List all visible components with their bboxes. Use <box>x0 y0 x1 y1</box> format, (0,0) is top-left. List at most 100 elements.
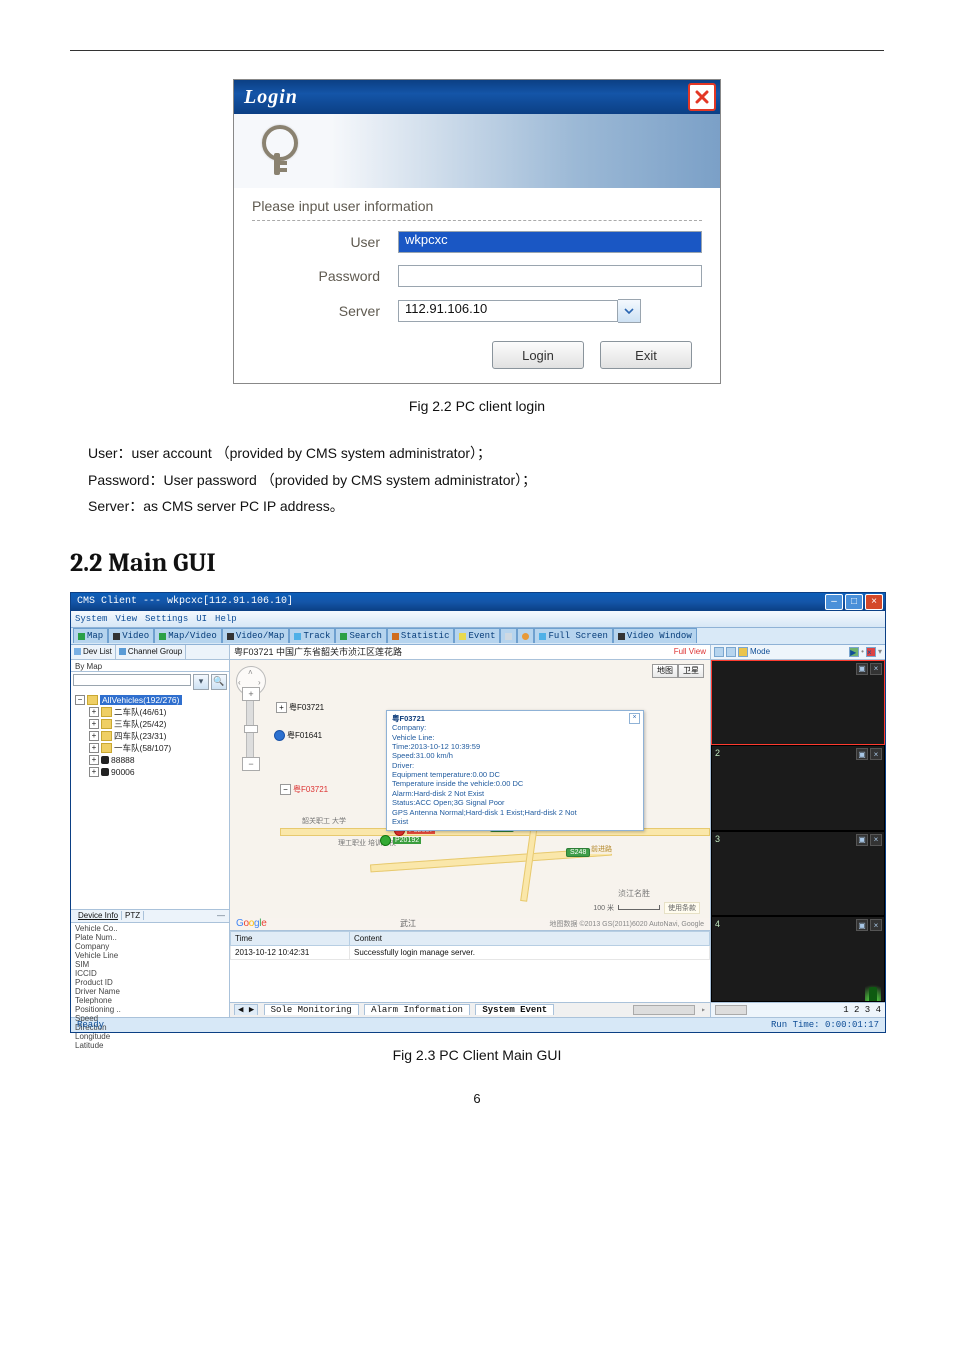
col-content[interactable]: Content <box>350 931 710 945</box>
device-tree[interactable]: −AllVehicles(192/276) +二车队(46/61) +三车队(2… <box>71 692 229 909</box>
view-max-icon[interactable]: ▣ <box>856 748 868 760</box>
login-button[interactable]: Login <box>492 341 584 369</box>
video-cell-1[interactable]: ▣× <box>711 660 885 746</box>
tab-map[interactable]: Map <box>73 628 108 643</box>
bot-scroll-hint[interactable]: ◀ ▶ <box>234 1004 258 1015</box>
google-logo: Google <box>236 918 266 929</box>
tab-event[interactable]: Event <box>454 628 500 643</box>
password-input[interactable] <box>398 265 702 287</box>
map-terms[interactable]: 使用条款 <box>664 902 700 914</box>
map-info-popup: × 粤F03721 Company: Vehicle Line: Time:20… <box>386 710 644 832</box>
map-toggle-sat[interactable]: 卫星 <box>678 664 704 678</box>
view-max-icon[interactable]: ▣ <box>856 834 868 846</box>
bot-tab-sole[interactable]: Sole Monitoring <box>264 1004 359 1015</box>
menubar: System View Settings UI Help <box>71 611 885 628</box>
rp-pager[interactable]: 1 2 3 4 <box>843 1005 881 1015</box>
tree-item[interactable]: 90006 <box>111 767 135 777</box>
rp-tool-icon[interactable] <box>726 647 736 657</box>
vehicle-marker-label: 粤F03721 <box>293 784 328 795</box>
marker-green-icon[interactable] <box>380 835 391 846</box>
tree-search-button[interactable]: 🔍 <box>211 674 227 690</box>
popup-close-icon[interactable]: × <box>629 713 640 724</box>
marker-minus-icon[interactable]: − <box>280 784 291 795</box>
rp-mode-label: Mode <box>750 647 770 656</box>
zoom-out-button[interactable]: − <box>242 757 260 771</box>
map-toggle-map[interactable]: 地图 <box>652 664 678 678</box>
person-glow-icon <box>865 979 881 1001</box>
server-dropdown-button[interactable] <box>618 299 641 323</box>
rp-scrollbar[interactable] <box>715 1005 747 1015</box>
device-props: Vehicle Co.. Plate Num.. Company Vehicle… <box>71 923 229 1017</box>
tab-video[interactable]: Video <box>108 628 154 643</box>
vehicle-marker-label: 粤F01641 <box>287 730 322 741</box>
close-icon[interactable] <box>688 83 716 111</box>
user-input[interactable]: wkpcxc <box>398 231 702 253</box>
minimize-button[interactable]: – <box>825 594 843 610</box>
tree-item[interactable]: 二车队(46/61) <box>114 706 166 718</box>
tab-map-video[interactable]: Map/Video <box>154 628 222 643</box>
maximize-button[interactable]: □ <box>845 594 863 610</box>
tab-track[interactable]: Track <box>289 628 335 643</box>
menu-system[interactable]: System <box>75 614 107 624</box>
view-max-icon[interactable]: ▣ <box>856 919 868 931</box>
close-button[interactable]: × <box>865 594 883 610</box>
view-close-icon[interactable]: × <box>870 834 882 846</box>
map-attrib: 地图数据 ©2013 GS(2011)6020 AutoNavi, Google <box>550 919 704 929</box>
tree-item[interactable]: 三车队(25/42) <box>114 718 166 730</box>
figure-caption-1: Fig 2.2 PC client login <box>70 398 884 414</box>
tree-item[interactable]: 四车队(23/31) <box>114 730 166 742</box>
zoom-in-button[interactable]: + <box>242 687 260 701</box>
marker-green-label: P20192 <box>393 837 421 844</box>
map-address: 粤F03721 中国广东省韶关市浈江区莲花路 <box>234 645 402 658</box>
view-max-icon[interactable]: ▣ <box>856 663 868 675</box>
zoom-thumb[interactable] <box>244 725 258 733</box>
view-close-icon[interactable]: × <box>870 663 882 675</box>
tab-video-map[interactable]: Video/Map <box>222 628 290 643</box>
server-input[interactable]: 112.91.106.10 <box>398 300 618 322</box>
menu-ui[interactable]: UI <box>196 614 207 624</box>
marker-plus-icon[interactable]: + <box>276 702 287 713</box>
col-time[interactable]: Time <box>231 931 350 945</box>
login-titlebar: Login <box>234 80 720 114</box>
event-row[interactable]: 2013-10-12 10:42:31 Successfully login m… <box>231 945 710 959</box>
lp-bottom-collapse-icon[interactable]: — <box>217 911 225 920</box>
lp-bottom-tab-deviceinfo[interactable]: Device Info <box>75 911 122 920</box>
bot-tab-alarm[interactable]: Alarm Information <box>364 1004 470 1015</box>
menu-help[interactable]: Help <box>215 614 237 624</box>
rp-tool-icon[interactable] <box>738 647 748 657</box>
exit-button[interactable]: Exit <box>600 341 692 369</box>
tab-icon-a[interactable] <box>500 628 517 643</box>
key-icon <box>256 125 302 177</box>
rp-tool-icon[interactable]: ▶ <box>849 647 859 657</box>
menu-settings[interactable]: Settings <box>145 614 188 624</box>
tab-icon-b[interactable] <box>517 628 534 643</box>
tab-statistic[interactable]: Statistic <box>387 628 455 643</box>
video-cell-4[interactable]: 4 ▣× <box>711 916 885 1002</box>
video-cell-2[interactable]: 2 ▣× <box>711 745 885 831</box>
status-right: Run Time: 0:00:01:17 <box>771 1020 879 1030</box>
rp-tool-icon[interactable]: × <box>866 647 876 657</box>
view-close-icon[interactable]: × <box>870 748 882 760</box>
tree-search-input[interactable] <box>73 674 191 686</box>
lp-tab-devlist[interactable]: Dev List <box>71 645 116 659</box>
tab-video-window[interactable]: Video Window <box>613 628 697 643</box>
video-cell-3[interactable]: 3 ▣× <box>711 831 885 917</box>
map-zoom-slider[interactable]: + − <box>246 700 254 758</box>
vehicle-marker-icon[interactable] <box>274 730 285 741</box>
tree-item[interactable]: 88888 <box>111 755 135 765</box>
rp-tool-icon[interactable] <box>714 647 724 657</box>
lp-bottom-tab-ptz[interactable]: PTZ <box>122 911 144 920</box>
map-area[interactable]: 地图 卫星 ˄˅ ‹› + − 249省道 前进路 <box>230 660 710 930</box>
tab-fullscreen[interactable]: Full Screen <box>534 628 612 643</box>
tab-search[interactable]: Search <box>335 628 386 643</box>
tree-root[interactable]: AllVehicles(192/276) <box>100 695 182 705</box>
lp-tab-channelgroup[interactable]: Channel Group <box>116 645 186 659</box>
tree-search-dropdown[interactable]: ▾ <box>193 674 209 690</box>
bot-scrollbar[interactable] <box>633 1005 695 1015</box>
desc-password: Password：User password （provided by CMS … <box>88 467 866 494</box>
user-label: User <box>252 234 398 250</box>
view-close-icon[interactable]: × <box>870 919 882 931</box>
tree-item[interactable]: 一车队(58/107) <box>114 742 171 754</box>
menu-view[interactable]: View <box>115 614 137 624</box>
bot-tab-system-event[interactable]: System Event <box>475 1004 554 1015</box>
